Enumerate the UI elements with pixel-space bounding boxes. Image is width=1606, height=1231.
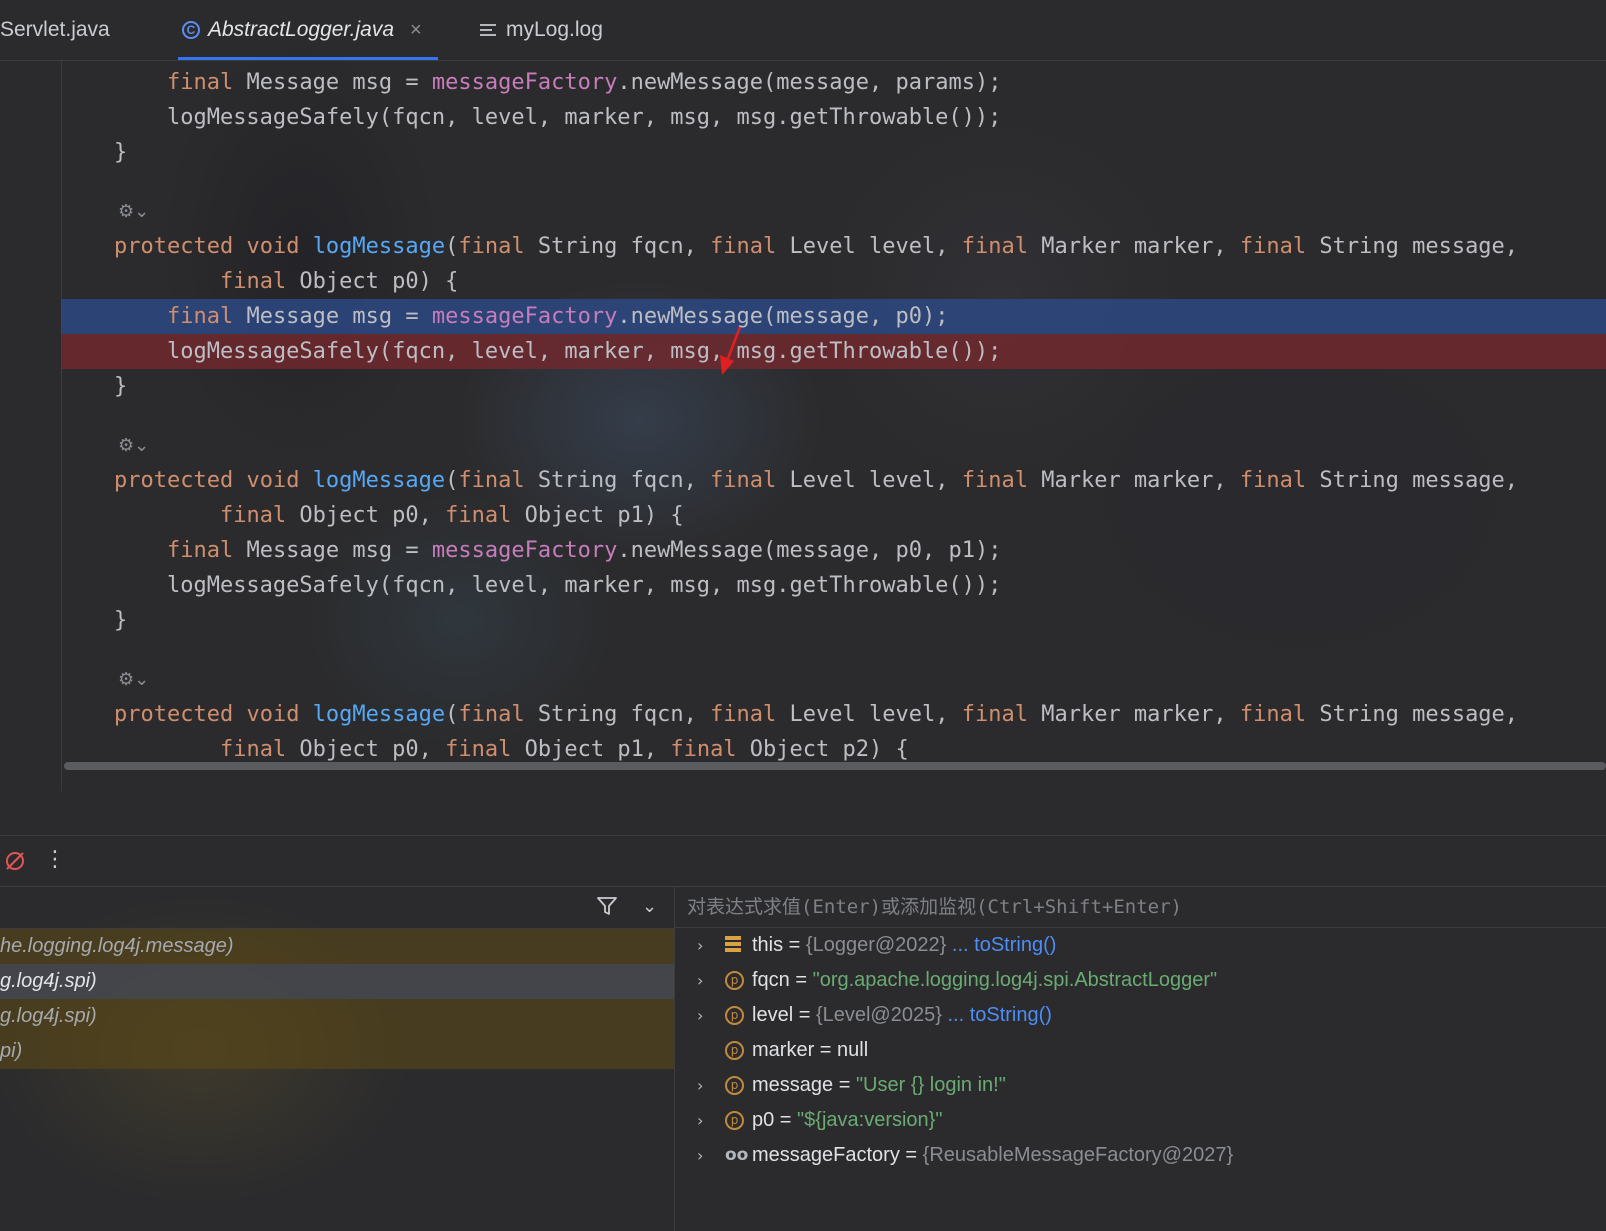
variable-value: {Level@2025} bbox=[815, 1004, 942, 1026]
code-line[interactable]: final Object p0) { bbox=[61, 264, 1606, 299]
variable-name: fqcn bbox=[752, 969, 790, 991]
close-icon[interactable]: × bbox=[410, 19, 422, 42]
more-options-icon[interactable]: ⋮ bbox=[44, 846, 66, 874]
java-class-icon: C bbox=[182, 21, 200, 39]
variable-value: {Logger@2022} bbox=[805, 934, 947, 956]
expand-arrow-icon[interactable]: › bbox=[697, 998, 703, 1033]
variable-value: null bbox=[837, 1039, 869, 1061]
variable-value: "User {} login in!" bbox=[855, 1074, 1006, 1096]
code-line[interactable]: logMessageSafely(fqcn, level, marker, ms… bbox=[61, 568, 1606, 603]
parameter-icon: p bbox=[725, 1006, 744, 1025]
tab-servlet-java[interactable]: Servlet.java bbox=[0, 0, 110, 60]
expand-arrow-icon[interactable]: › bbox=[697, 928, 703, 963]
code-line[interactable]: protected void logMessage(final String f… bbox=[61, 463, 1606, 498]
tab-mylog-log[interactable]: myLog.log bbox=[480, 0, 603, 60]
chevron-down-icon[interactable]: ⌄ bbox=[642, 896, 657, 917]
parameter-icon: p bbox=[725, 971, 744, 990]
tostring-link[interactable]: ... toString() bbox=[947, 1004, 1051, 1026]
debug-toolbar: ⋮ bbox=[0, 835, 1606, 887]
variable-row-level[interactable]: › p level = {Level@2025} ... toString() bbox=[675, 998, 1606, 1033]
code-line[interactable]: } bbox=[61, 369, 1606, 404]
breakpoint-line[interactable]: logMessageSafely(fqcn, level, marker, ms… bbox=[61, 334, 1606, 369]
frame-item-selected[interactable]: g.log4j.spi) bbox=[0, 964, 674, 999]
override-gutter-icon[interactable]: ⚙⌄ bbox=[118, 201, 149, 222]
text-file-icon bbox=[480, 21, 496, 39]
editor-gutter[interactable] bbox=[0, 61, 62, 791]
code-line[interactable]: logMessageSafely(fqcn, level, marker, ms… bbox=[61, 100, 1606, 135]
parameter-icon: p bbox=[725, 1111, 744, 1130]
expand-arrow-icon[interactable]: › bbox=[697, 1103, 703, 1138]
expand-arrow-icon[interactable]: › bbox=[697, 1068, 703, 1103]
code-editor[interactable]: final Message msg = messageFactory.newMe… bbox=[0, 61, 1606, 791]
watch-glasses-icon: oo bbox=[725, 1145, 749, 1165]
code-line[interactable]: protected void logMessage(final String f… bbox=[61, 697, 1606, 732]
code-line[interactable]: final Message msg = messageFactory.newMe… bbox=[61, 533, 1606, 568]
tab-label: Servlet.java bbox=[0, 18, 110, 41]
variable-value: "org.apache.logging.log4j.spi.AbstractLo… bbox=[812, 969, 1218, 991]
tab-label: AbstractLogger.java bbox=[208, 18, 394, 41]
override-gutter-icon[interactable]: ⚙⌄ bbox=[118, 435, 149, 456]
object-fields-icon bbox=[725, 936, 744, 955]
parameter-icon: p bbox=[725, 1076, 744, 1095]
variable-value: "${java:version}" bbox=[797, 1109, 943, 1131]
variable-name: this bbox=[752, 934, 784, 956]
frame-item[interactable]: pi) bbox=[0, 1034, 674, 1069]
expand-arrow-icon[interactable]: › bbox=[697, 963, 703, 998]
red-arrow-annotation bbox=[720, 326, 742, 375]
tab-abstractlogger-java[interactable]: C AbstractLogger.java × bbox=[178, 0, 438, 60]
code-line[interactable]: final Message msg = messageFactory.newMe… bbox=[61, 65, 1606, 100]
mute-breakpoints-icon[interactable] bbox=[4, 850, 26, 872]
variable-name: message bbox=[752, 1074, 834, 1096]
variable-row-message[interactable]: › p message = "User {} login in!" bbox=[675, 1068, 1606, 1103]
variable-value: {ReusableMessageFactory@2027} bbox=[922, 1144, 1234, 1166]
frames-header: ⌄ bbox=[0, 886, 674, 929]
variable-name: level bbox=[752, 1004, 794, 1026]
code-line[interactable]: final Object p0, final Object p1) { bbox=[61, 498, 1606, 533]
filter-icon[interactable] bbox=[596, 895, 618, 917]
tab-label: myLog.log bbox=[506, 18, 603, 41]
horizontal-scrollbar[interactable] bbox=[64, 762, 1606, 770]
parameter-icon: p bbox=[725, 1041, 744, 1060]
code-line[interactable]: protected void logMessage(final String f… bbox=[61, 229, 1606, 264]
evaluate-expression-input[interactable] bbox=[675, 886, 1606, 928]
variable-name: p0 bbox=[752, 1109, 775, 1131]
editor-tab-bar: Servlet.java C AbstractLogger.java × myL… bbox=[0, 0, 1606, 61]
variable-row-fqcn[interactable]: › p fqcn = "org.apache.logging.log4j.spi… bbox=[675, 963, 1606, 998]
variable-row-messagefactory[interactable]: › oo messageFactory = {ReusableMessageFa… bbox=[675, 1138, 1606, 1173]
tostring-link[interactable]: ... toString() bbox=[952, 934, 1056, 956]
variable-name: marker bbox=[752, 1039, 815, 1061]
variables-panel: › this = {Logger@2022} ... toString() › … bbox=[675, 886, 1606, 1231]
variable-row-marker[interactable]: p marker = null bbox=[675, 1033, 1606, 1068]
variable-name: messageFactory bbox=[752, 1144, 900, 1166]
code-line[interactable]: } bbox=[61, 135, 1606, 170]
expand-arrow-icon[interactable]: › bbox=[697, 1138, 703, 1173]
frame-item[interactable]: he.logging.log4j.message) bbox=[0, 929, 674, 964]
execution-point-line[interactable]: final Message msg = messageFactory.newMe… bbox=[61, 299, 1606, 334]
override-gutter-icon[interactable]: ⚙⌄ bbox=[118, 669, 149, 690]
code-line[interactable]: } bbox=[61, 603, 1606, 638]
variable-row-this[interactable]: › this = {Logger@2022} ... toString() bbox=[675, 928, 1606, 963]
variable-row-p0[interactable]: › p p0 = "${java:version}" bbox=[675, 1103, 1606, 1138]
frame-item[interactable]: g.log4j.spi) bbox=[0, 999, 674, 1034]
frames-panel: ⌄ he.logging.log4j.message) g.log4j.spi)… bbox=[0, 886, 675, 1231]
